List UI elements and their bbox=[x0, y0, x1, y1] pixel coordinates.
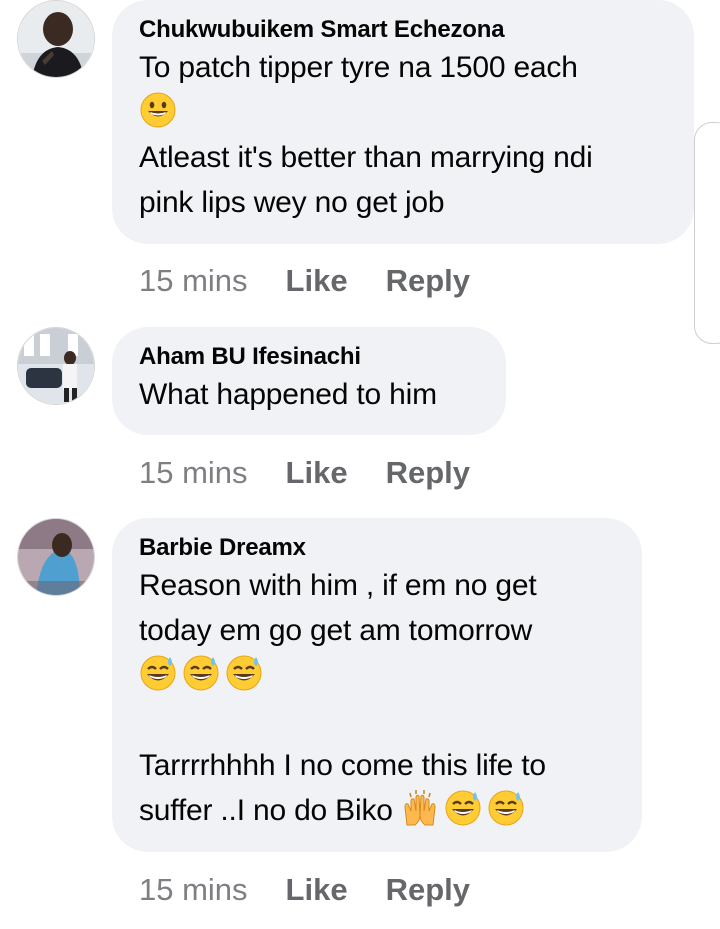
like-button[interactable]: Like bbox=[286, 263, 348, 298]
like-button[interactable]: Like bbox=[286, 872, 348, 907]
comment-author[interactable]: Barbie Dreamx bbox=[139, 533, 616, 563]
reply-button[interactable]: Reply bbox=[386, 455, 470, 490]
comment-timestamp[interactable]: 15 mins bbox=[139, 872, 248, 907]
comment-text-line: today em go get am tomorrow bbox=[139, 614, 533, 647]
grinning-sweat-face-icon bbox=[487, 789, 525, 827]
comment-bubble: Barbie Dreamx Reason with him , if em no… bbox=[112, 518, 642, 852]
comment-author[interactable]: Aham BU Ifesinachi bbox=[139, 342, 480, 372]
avatar[interactable] bbox=[17, 518, 95, 596]
reply-button[interactable]: Reply bbox=[386, 872, 470, 907]
comment-bubble: Aham BU Ifesinachi What happened to him bbox=[112, 327, 506, 435]
grinning-sweat-face-icon bbox=[225, 654, 263, 692]
grinning-sweat-face-icon bbox=[444, 789, 482, 827]
comment-bubble: Chukwubuikem Smart Echezona To patch tip… bbox=[112, 0, 694, 244]
raising-hands-icon bbox=[401, 789, 439, 827]
comment-text-line: What happened to him bbox=[139, 378, 437, 411]
grinning-face-icon bbox=[139, 91, 177, 129]
comment-text-line: Atleast it's better than marrying ndi bbox=[139, 141, 593, 174]
grinning-sweat-face-icon bbox=[182, 654, 220, 692]
comment-emoji-row bbox=[139, 90, 668, 135]
comment-text-line: pink lips wey no get job bbox=[139, 186, 445, 219]
side-scroll-panel[interactable] bbox=[694, 122, 720, 344]
comment-actions: 15 mins Like Reply bbox=[139, 872, 470, 908]
comment-emoji-row bbox=[139, 653, 616, 698]
comment-timestamp[interactable]: 15 mins bbox=[139, 455, 248, 490]
comment-actions: 15 mins Like Reply bbox=[139, 455, 470, 491]
avatar[interactable] bbox=[17, 327, 95, 405]
comment-actions: 15 mins Like Reply bbox=[139, 263, 470, 299]
grinning-sweat-face-icon bbox=[139, 654, 177, 692]
comment-text-line: Reason with him , if em no get bbox=[139, 569, 537, 602]
reply-button[interactable]: Reply bbox=[386, 263, 470, 298]
comment-author[interactable]: Chukwubuikem Smart Echezona bbox=[139, 15, 668, 45]
comment-timestamp[interactable]: 15 mins bbox=[139, 263, 248, 298]
avatar[interactable] bbox=[17, 0, 95, 78]
avatar-photo-icon bbox=[18, 1, 94, 77]
like-button[interactable]: Like bbox=[286, 455, 348, 490]
comment-text-line-with-emoji: suffer ..I no do Biko bbox=[139, 788, 616, 833]
comment-text-line: To patch tipper tyre na 1500 each bbox=[139, 51, 578, 84]
avatar-photo-icon bbox=[18, 328, 94, 404]
comment-text-line: Tarrrrhhhh I no come this life to bbox=[139, 749, 546, 782]
comment-text: suffer ..I no do Biko bbox=[139, 794, 393, 827]
avatar-photo-icon bbox=[18, 519, 94, 595]
